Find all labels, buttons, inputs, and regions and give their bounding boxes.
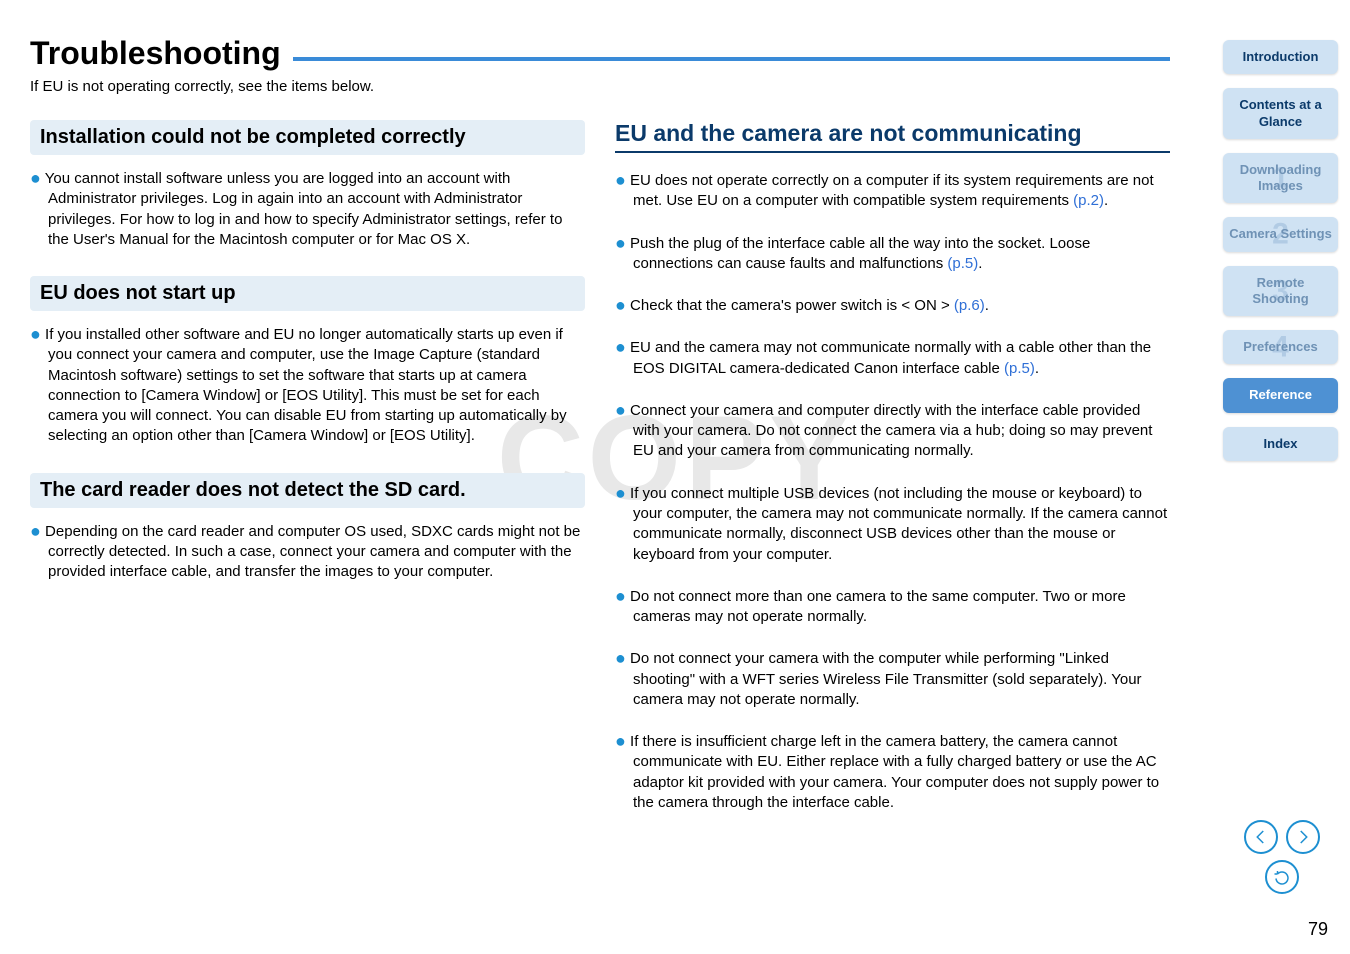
nav-label: Contents at a Glance	[1227, 97, 1334, 130]
text: .	[1104, 192, 1108, 209]
left-column: Installation could not be completed corr…	[30, 120, 585, 831]
intro-text: If EU is not operating correctly, see th…	[30, 78, 1170, 95]
text: .	[985, 297, 989, 314]
bullet-icon: ●	[615, 483, 626, 503]
bullet-icon: ●	[615, 648, 626, 668]
nav-label: Downloading Images	[1227, 162, 1334, 195]
nav-button[interactable]: Index	[1223, 427, 1338, 461]
back-button[interactable]	[1265, 860, 1299, 894]
page-ref-link[interactable]: (p.6)	[954, 297, 985, 314]
bullet-icon: ●	[615, 170, 626, 190]
bullet-icon: ●	[30, 521, 41, 541]
right-column: EU and the camera are not communicating …	[615, 120, 1170, 831]
pager	[1244, 820, 1320, 894]
bullet-icon: ●	[615, 337, 626, 357]
nav-label: Preferences	[1227, 339, 1334, 355]
text: If you connect multiple USB devices (not…	[630, 485, 1167, 563]
page-ref-link[interactable]: (p.5)	[1004, 360, 1035, 377]
text: Depending on the card reader and compute…	[45, 523, 580, 581]
page-ref-link[interactable]: (p.5)	[947, 255, 978, 272]
arrow-right-icon	[1294, 828, 1312, 846]
text: You cannot install software unless you a…	[45, 170, 563, 248]
text: Check that the camera's power switch is …	[630, 297, 954, 314]
side-nav: Introduction Contents at a Glance 1Downloa…	[1223, 40, 1338, 461]
list-item: ● Connect your camera and computer direc…	[615, 397, 1170, 462]
bullet-icon: ●	[615, 400, 626, 420]
heading-start: EU does not start up	[30, 276, 585, 311]
text: If there is insufficient charge left in …	[630, 733, 1159, 811]
heading-card: The card reader does not detect the SD c…	[30, 473, 585, 508]
nav-button[interactable]: 3Remote Shooting	[1223, 266, 1338, 317]
text: EU and the camera may not communicate no…	[630, 339, 1151, 376]
list-item: ● If you connect multiple USB devices (n…	[615, 480, 1170, 565]
list-item: ● Do not connect your camera with the co…	[615, 645, 1170, 710]
list-item: ● If there is insufficient charge left i…	[615, 728, 1170, 813]
bullet-icon: ●	[615, 586, 626, 606]
text: Connect your camera and computer directl…	[630, 402, 1152, 460]
next-page-button[interactable]	[1286, 820, 1320, 854]
bullet-icon: ●	[615, 731, 626, 751]
list-item: ● EU does not operate correctly on a com…	[615, 167, 1170, 212]
prev-page-button[interactable]	[1244, 820, 1278, 854]
list-item: ● Check that the camera's power switch i…	[615, 292, 1170, 316]
text: .	[1035, 360, 1039, 377]
nav-button[interactable]: 2Camera Settings	[1223, 217, 1338, 251]
heading-comm: EU and the camera are not communicating	[615, 120, 1170, 153]
para-start: ● If you installed other software and EU…	[30, 321, 585, 447]
para-install: ● You cannot install software unless you…	[30, 165, 585, 250]
text: Push the plug of the interface cable all…	[630, 235, 1090, 272]
text: If you installed other software and EU n…	[45, 326, 567, 444]
list-item: ● Do not connect more than one camera to…	[615, 583, 1170, 628]
bullet-icon: ●	[615, 233, 626, 253]
list-item: ● EU and the camera may not communicate …	[615, 334, 1170, 379]
text: .	[978, 255, 982, 272]
nav-button[interactable]: Contents at a Glance	[1223, 88, 1338, 139]
para-card: ● Depending on the card reader and compu…	[30, 518, 585, 583]
heading-install: Installation could not be completed corr…	[30, 120, 585, 155]
page-ref-link[interactable]: (p.2)	[1073, 192, 1104, 209]
nav-label: Camera Settings	[1227, 226, 1334, 242]
nav-label: Introduction	[1227, 49, 1334, 65]
page-title: Troubleshooting	[30, 35, 281, 72]
nav-label: Index	[1227, 436, 1334, 452]
arrow-left-icon	[1252, 828, 1270, 846]
nav-button[interactable]: Introduction	[1223, 40, 1338, 74]
page-number: 79	[1308, 919, 1328, 940]
text: Do not connect your camera with the comp…	[630, 650, 1142, 708]
nav-button[interactable]: Reference	[1223, 378, 1338, 412]
nav-button[interactable]: 4Preferences	[1223, 330, 1338, 364]
nav-button[interactable]: 1Downloading Images	[1223, 153, 1338, 204]
bullet-icon: ●	[30, 168, 41, 188]
bullet-icon: ●	[30, 324, 41, 344]
text: Do not connect more than one camera to t…	[630, 588, 1126, 625]
list-item: ● Push the plug of the interface cable a…	[615, 230, 1170, 275]
nav-label: Reference	[1227, 387, 1334, 403]
nav-label: Remote Shooting	[1227, 275, 1334, 308]
title-rule	[293, 57, 1170, 61]
bullet-icon: ●	[615, 295, 626, 315]
return-icon	[1273, 868, 1291, 886]
